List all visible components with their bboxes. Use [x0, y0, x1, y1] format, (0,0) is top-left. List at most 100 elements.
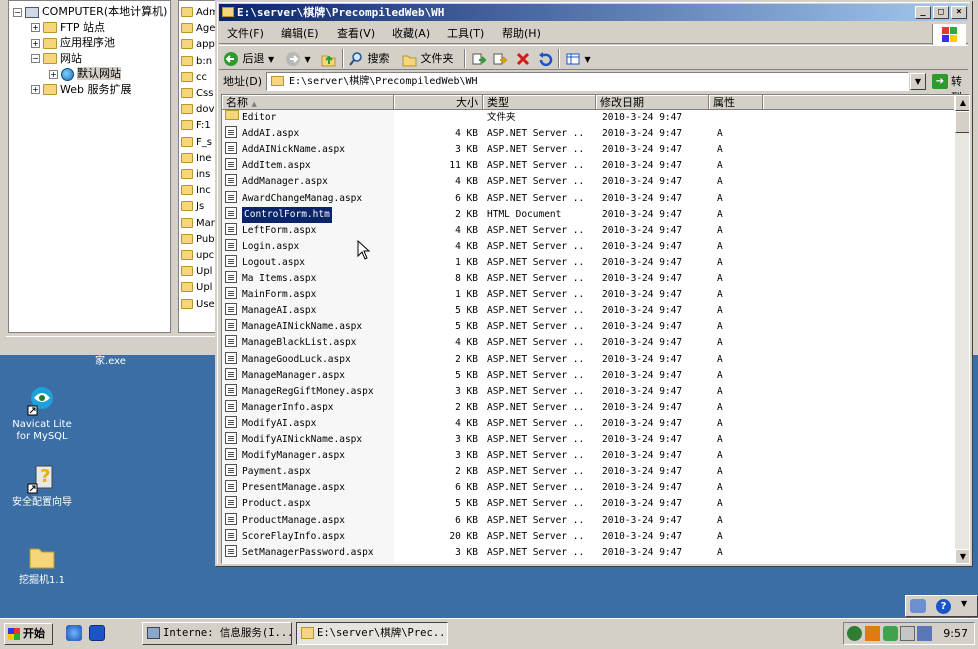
- iis-tree-pane[interactable]: − COMPUTER(本地计算机) + FTP 站点 + 应用程序池 − 网站 + 默认网站 + We…: [8, 0, 171, 333]
- column-header-attr[interactable]: 属性: [709, 95, 763, 110]
- file-row[interactable]: AddAI.aspx 4 KB ASP.NET Server .. 2010-3-24…: [222, 126, 954, 142]
- iis-list-item[interactable]: dov: [181, 102, 214, 118]
- iis-list-item[interactable]: Ine: [181, 151, 211, 167]
- file-row[interactable]: AddAINickName.aspx 3 KB ASP.NET Server .. 2…: [222, 142, 954, 158]
- scroll-thumb[interactable]: [955, 111, 969, 133]
- help-icon[interactable]: ?: [936, 599, 951, 614]
- forward-button[interactable]: ▼: [285, 50, 311, 68]
- file-row[interactable]: ScoreFlayInfo.aspx 20 KB ASP.NET Server ..…: [222, 528, 954, 545]
- expand-icon[interactable]: +: [31, 38, 40, 48]
- menu-view[interactable]: 查看(V): [337, 26, 375, 42]
- file-row[interactable]: ModifyAI.aspx 4 KB ASP.NET Server .. 2010-3…: [222, 415, 954, 432]
- file-row[interactable]: Logout.aspx 1 KB ASP.NET Server .. 2010-3-2…: [222, 254, 954, 271]
- maximize-button[interactable]: □: [933, 6, 949, 19]
- file-row[interactable]: Payment.aspx 2 KB ASP.NET Server .. 2010-3-…: [222, 464, 954, 480]
- tree-item[interactable]: + 默认网站: [49, 66, 121, 82]
- file-row[interactable]: Ma Items.aspx 8 KB ASP.NET Server .. 2010-3…: [222, 271, 954, 287]
- file-row[interactable]: ProductManage.aspx 6 KB ASP.NET Server .. 2…: [222, 512, 954, 529]
- desktop-icon-folder[interactable]: 挖掘机1.1: [0, 540, 84, 587]
- iis-list-item[interactable]: Upl: [181, 280, 212, 296]
- desktop-show-icon[interactable]: [89, 625, 105, 641]
- vertical-scrollbar[interactable]: ▲ ▼: [955, 95, 969, 563]
- scroll-up-button[interactable]: ▲: [955, 95, 969, 111]
- back-button[interactable]: 后退 ▼: [223, 50, 274, 68]
- iis-list-item[interactable]: upc: [181, 248, 214, 264]
- desktop-icon-security-wizard[interactable]: ? 安全配置向导: [0, 462, 84, 509]
- iis-list-item[interactable]: cc: [181, 70, 207, 86]
- collapse-icon[interactable]: −: [13, 7, 22, 17]
- language-icon[interactable]: [910, 599, 926, 613]
- move-to-button[interactable]: [471, 50, 487, 68]
- menu-edit[interactable]: 编辑(E): [281, 26, 319, 42]
- iis-list-item[interactable]: ins: [181, 167, 210, 183]
- tree-item[interactable]: − COMPUTER(本地计算机): [13, 4, 167, 20]
- undo-button[interactable]: [537, 50, 553, 68]
- iis-list-item[interactable]: F:1: [181, 118, 211, 134]
- delete-button[interactable]: [515, 50, 531, 68]
- file-row[interactable]: AddItem.aspx 11 KB ASP.NET Server .. 2010-3…: [222, 158, 954, 174]
- file-row[interactable]: ModifyManager.aspx 3 KB ASP.NET Server .. 2…: [222, 448, 954, 464]
- folders-button[interactable]: 文件夹: [401, 50, 454, 68]
- minimize-button[interactable]: _: [915, 6, 931, 19]
- column-header-size[interactable]: 大小: [394, 95, 483, 110]
- window-title-bar[interactable]: E:\server\棋牌\PrecompiledWeb\WH _ □ ×: [219, 4, 968, 21]
- file-list-view[interactable]: 名称 ▲ 大小 类型 修改日期 属性 Editor 文件夹 2010-3-24 9:…: [221, 94, 970, 564]
- menu-tools[interactable]: 工具(T): [447, 26, 484, 42]
- expand-icon[interactable]: +: [49, 69, 58, 79]
- close-button[interactable]: ×: [951, 6, 967, 19]
- start-button[interactable]: 开始: [4, 623, 53, 645]
- network-tray-icon[interactable]: [900, 626, 915, 641]
- iis-list-item[interactable]: b:n: [181, 54, 212, 70]
- file-row[interactable]: ManagerInfo.aspx 2 KB ASP.NET Server .. 201…: [222, 399, 954, 416]
- task-iis-manager[interactable]: Interne: 信息服务(I...: [142, 622, 292, 645]
- views-button[interactable]: ▼: [565, 50, 591, 68]
- iis-list-item[interactable]: Mar: [181, 216, 215, 232]
- go-arrow-icon[interactable]: ➔: [932, 74, 948, 89]
- file-row[interactable]: ControlForm.htm 2 KB HTML Document 2010-3-2…: [222, 206, 954, 223]
- file-row[interactable]: AwardChangeManag.aspx 6 KB ASP.NET Server …: [222, 190, 954, 207]
- menu-favorites[interactable]: 收藏(A): [392, 26, 430, 42]
- chevron-down-icon[interactable]: ▼: [961, 599, 967, 608]
- iis-list-item[interactable]: F_s: [181, 135, 212, 151]
- iis-list-item[interactable]: Use: [181, 297, 215, 313]
- iis-list-item[interactable]: Css: [181, 86, 213, 102]
- iis-list-item[interactable]: app: [181, 37, 215, 53]
- file-row[interactable]: ManageRegGiftMoney.aspx 3 KB ASP.NET Serve…: [222, 383, 954, 400]
- file-row[interactable]: SetManagerPassword.aspx 3 KB ASP.NET Serve…: [222, 544, 954, 561]
- iis-content-pane[interactable]: Adm Age app b:n cc Css dov F:1 F_s Ine ins Inc Js Mar…: [178, 0, 218, 333]
- app-tray-icon[interactable]: [883, 626, 898, 641]
- file-row[interactable]: ManageManager.aspx 5 KB ASP.NET Server .. 2…: [222, 367, 954, 384]
- file-row[interactable]: ManageAI.aspx 5 KB ASP.NET Server .. 2010-3…: [222, 303, 954, 319]
- file-row[interactable]: ManageGoodLuck.aspx 2 KB ASP.NET Server ..…: [222, 351, 954, 368]
- tree-tray-icon[interactable]: [847, 626, 862, 641]
- iis-list-item[interactable]: Adm: [181, 5, 217, 21]
- scroll-down-button[interactable]: ▼: [955, 549, 969, 563]
- tree-item[interactable]: + 应用程序池: [31, 35, 115, 51]
- file-row[interactable]: ModifyAINickName.aspx 3 KB ASP.NET Server …: [222, 432, 954, 448]
- iis-list-item[interactable]: Js: [181, 199, 204, 215]
- column-header-date[interactable]: 修改日期: [596, 95, 709, 110]
- column-header-name[interactable]: 名称 ▲: [222, 95, 394, 110]
- expand-icon[interactable]: +: [31, 85, 40, 94]
- desktop-icon-navicat[interactable]: Navicat Lite for MySQL: [0, 384, 84, 443]
- shield-tray-icon[interactable]: [865, 626, 880, 641]
- address-input[interactable]: E:\server\棋牌\PrecompiledWeb\WH: [266, 72, 909, 91]
- iis-list-item[interactable]: Inc: [181, 183, 211, 199]
- file-row[interactable]: AddManager.aspx 4 KB ASP.NET Server .. 2010…: [222, 174, 954, 190]
- task-explorer[interactable]: E:\server\棋牌\Prec...: [296, 622, 448, 645]
- file-row[interactable]: PresentManage.aspx 6 KB ASP.NET Server .. 2…: [222, 480, 954, 496]
- file-row[interactable]: Login.aspx 4 KB ASP.NET Server .. 2010-3-24…: [222, 238, 954, 255]
- collapse-icon[interactable]: −: [31, 54, 40, 63]
- display-tray-icon[interactable]: [917, 626, 932, 641]
- file-row[interactable]: ManageAINickName.aspx 5 KB ASP.NET Server …: [222, 319, 954, 335]
- tree-item[interactable]: − 网站: [31, 51, 82, 67]
- file-row[interactable]: ManageBlackList.aspx 4 KB ASP.NET Server .…: [222, 335, 954, 351]
- up-button[interactable]: [320, 50, 336, 68]
- tree-item[interactable]: + Web 服务扩展: [31, 82, 131, 98]
- column-header-type[interactable]: 类型: [483, 95, 596, 110]
- file-row[interactable]: Editor 文件夹 2010-3-24 9:47: [222, 110, 954, 126]
- file-row[interactable]: Product.aspx 5 KB ASP.NET Server .. 2010-3-…: [222, 496, 954, 512]
- iis-list-item[interactable]: Pub: [181, 232, 215, 248]
- search-button[interactable]: 搜索: [348, 50, 390, 68]
- tree-item[interactable]: + FTP 站点: [31, 20, 105, 36]
